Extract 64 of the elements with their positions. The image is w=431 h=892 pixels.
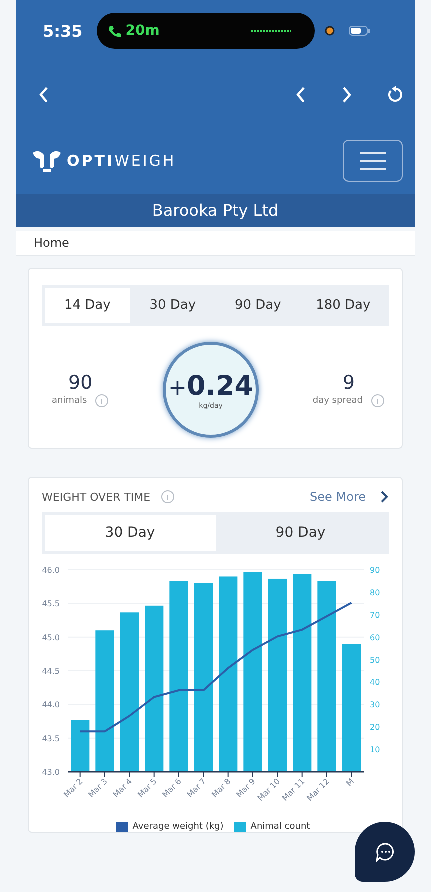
period-tab[interactable]: 14 Day [45, 288, 130, 323]
company-name: Barooka Pty Ltd [16, 194, 415, 227]
axis-label: 20 [370, 723, 380, 732]
reload-icon[interactable] [387, 86, 403, 104]
axis-label: 90 [370, 566, 380, 575]
axis-label: Mar 4 [112, 777, 134, 800]
logo-text: OPTIWEIGH [67, 152, 176, 170]
legend-label: Average weight (kg) [132, 822, 224, 832]
chevron-right-icon[interactable] [380, 491, 389, 503]
period-tab[interactable]: 90 Day [216, 288, 301, 323]
axis-label: Mar 6 [160, 777, 184, 800]
audio-wave-icon [250, 29, 291, 33]
axis-label: 45.0 [42, 633, 60, 642]
chat-icon [376, 842, 394, 862]
see-more-link[interactable]: See More [310, 490, 366, 504]
axis-label: 45.5 [42, 600, 60, 609]
back-icon[interactable] [295, 86, 307, 104]
clock-time: 5:35 [43, 22, 83, 40]
axis-label: 60 [370, 633, 380, 642]
axis-label: 30 [370, 700, 380, 710]
battery-icon [348, 26, 371, 36]
axis-label: 44.0 [42, 700, 60, 710]
axis-label: 40 [370, 678, 380, 688]
stat-value: 9 [342, 372, 355, 394]
axis-label: Mar 3 [86, 777, 110, 800]
axis-label: 80 [370, 588, 380, 598]
period-tab[interactable]: 30 Day [45, 515, 216, 551]
back-icon[interactable] [38, 86, 50, 104]
period-tab[interactable]: 30 Day [130, 288, 216, 323]
phone-icon [106, 24, 121, 38]
card-title: WEIGHT OVER TIME [42, 490, 151, 504]
call-duration: 20m [126, 23, 161, 39]
axis-label: Mar 5 [136, 777, 159, 800]
axis-label: Mar 10 [256, 777, 282, 804]
axis-label: 43.5 [42, 734, 60, 744]
axis-label: Mar 9 [234, 777, 258, 800]
recording-dot-icon [324, 26, 335, 36]
cow-logo-icon [31, 149, 63, 173]
menu-button[interactable] [343, 140, 403, 182]
axis-label: 43.0 [42, 768, 60, 777]
legend-swatch [116, 822, 128, 832]
gain-value: +0.24 [168, 370, 254, 402]
axis-label: 44.5 [42, 667, 60, 676]
breadcrumb[interactable]: Home [16, 231, 415, 256]
axis-label: 50 [370, 656, 380, 665]
menu-icon [360, 152, 386, 170]
period-tab[interactable]: 90 Day [216, 515, 386, 551]
legend-swatch [234, 822, 246, 832]
axis-label: Mar 7 [186, 777, 208, 800]
axis-label: M [344, 777, 356, 788]
axis-label: 70 [370, 610, 380, 620]
axis-label: 10 [370, 746, 380, 755]
axis-label: Mar 11 [280, 777, 307, 804]
legend-label: Animal count [250, 822, 310, 832]
stat-label: animals [52, 396, 88, 406]
forward-icon[interactable] [341, 86, 353, 104]
axis-label: Mar 8 [210, 777, 233, 800]
axis-label: Mar 2 [62, 777, 85, 800]
stat-value: 90 [68, 372, 93, 394]
period-tab[interactable]: 180 Day [300, 288, 386, 323]
axis-label: 46.0 [42, 566, 60, 575]
stat-label: day spread [312, 396, 363, 406]
axis-label: Mar 12 [305, 777, 332, 804]
call-pill[interactable]: 20m [96, 13, 315, 49]
